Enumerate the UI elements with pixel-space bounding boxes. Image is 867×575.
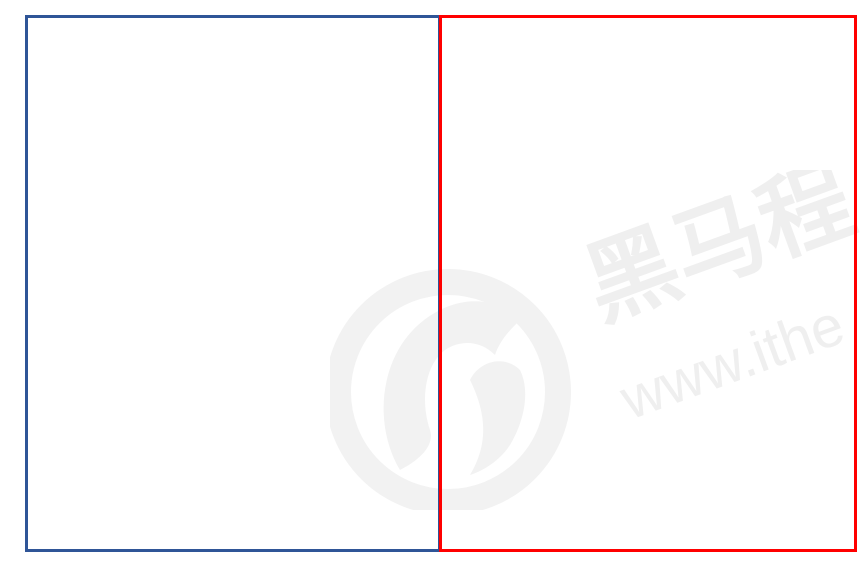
right-box xyxy=(439,15,857,552)
diagram-canvas: 黑马程 www.ithe xyxy=(0,0,867,575)
left-box xyxy=(25,15,441,552)
